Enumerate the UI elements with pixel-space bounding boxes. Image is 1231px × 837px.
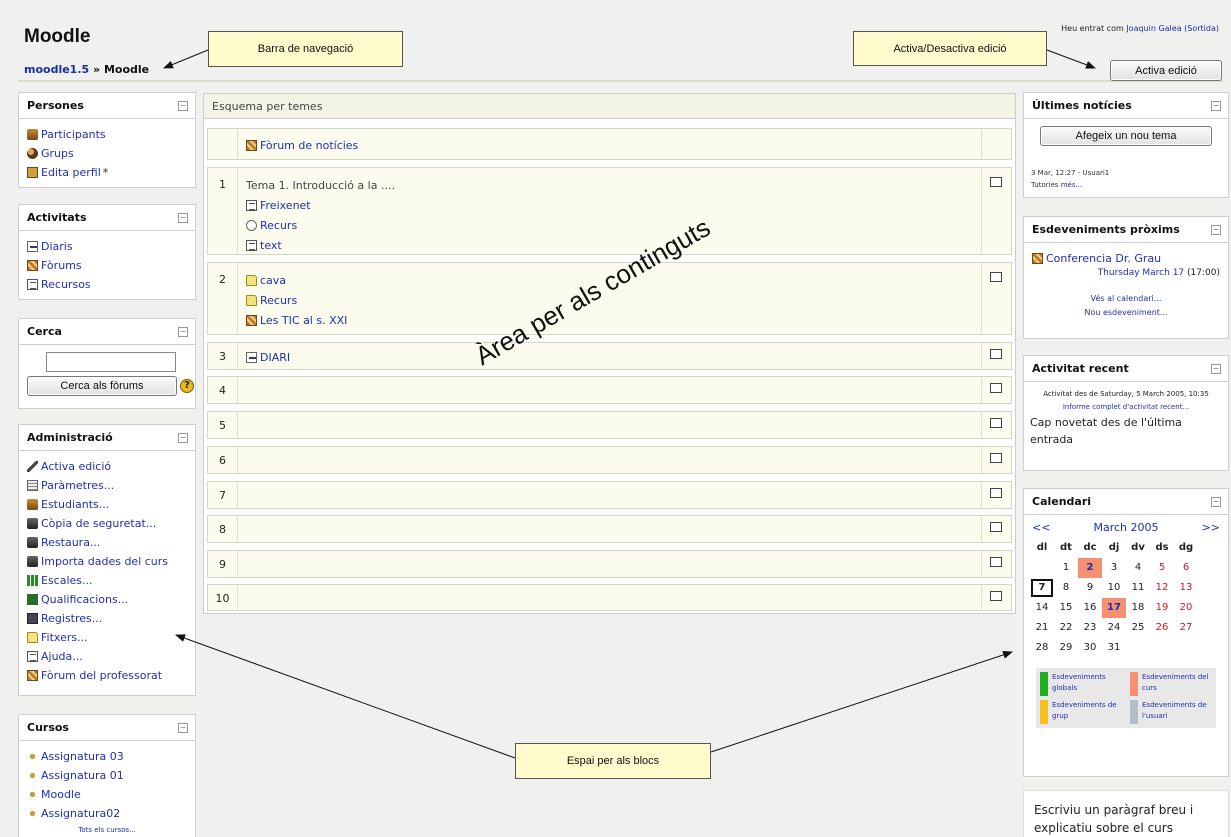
annotation-arrows: [163, 49, 1096, 759]
arrow-to-left-blocks: [175, 634, 516, 759]
arrow-to-edit-button: [1046, 49, 1096, 69]
arrow-to-navbar: [163, 49, 209, 69]
arrow-to-right-blocks: [710, 651, 1013, 753]
